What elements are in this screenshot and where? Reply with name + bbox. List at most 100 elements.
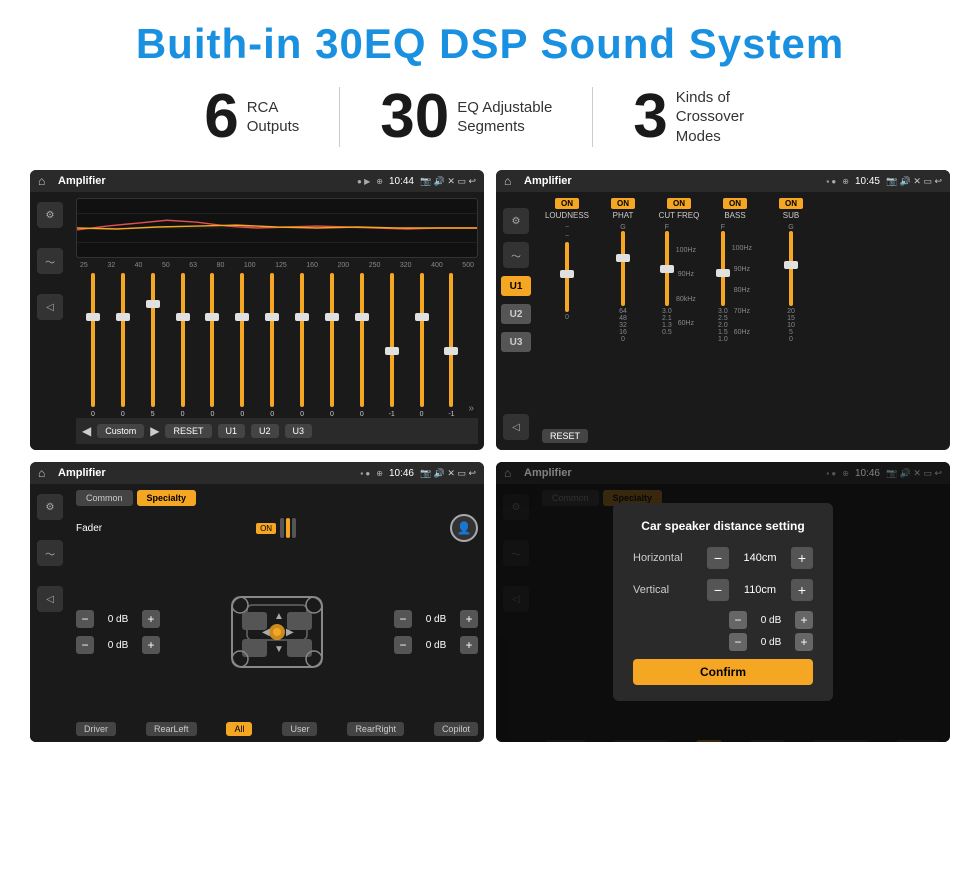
- fader-speaker-icon[interactable]: ◁: [37, 586, 63, 612]
- horizontal-row: Horizontal − 140cm +: [633, 547, 813, 569]
- cutfreq-on-badge[interactable]: ON: [667, 198, 691, 209]
- fader-filter-icon[interactable]: ⚙: [37, 494, 63, 520]
- tab-specialty[interactable]: Specialty: [137, 490, 197, 506]
- eq-slider-2[interactable]: 0: [110, 273, 136, 418]
- tab-common[interactable]: Common: [76, 490, 133, 506]
- driver-btn[interactable]: Driver: [76, 722, 116, 736]
- eq-slider-3[interactable]: 5: [140, 273, 166, 418]
- distance-dialog: Car speaker distance setting Horizontal …: [613, 503, 833, 701]
- eq-slider-4[interactable]: 0: [170, 273, 196, 418]
- crossover-reset-btn[interactable]: RESET: [542, 429, 588, 443]
- eq-slider-13[interactable]: -1: [439, 273, 465, 418]
- vertical-value: 110cm: [735, 584, 785, 596]
- eq-u3-btn[interactable]: U3: [285, 424, 313, 438]
- eq-curve-svg: [77, 199, 477, 257]
- db-plus-fl[interactable]: +: [142, 610, 160, 628]
- eq-bottom-bar: ◀ Custom ▶ RESET U1 U2 U3: [76, 418, 478, 444]
- loudness-label: LOUDNESS: [545, 211, 589, 220]
- crossover-u1-btn[interactable]: U1: [501, 276, 531, 296]
- status-dots-1: ● ▶: [357, 177, 370, 186]
- eq-slider-11[interactable]: -1: [379, 273, 405, 418]
- home-icon-1: ⌂: [38, 174, 52, 188]
- db-minus-rl[interactable]: −: [76, 636, 94, 654]
- home-icon-3: ⌂: [38, 466, 52, 480]
- home-icon-2: ⌂: [504, 174, 518, 188]
- fader-profile-icon[interactable]: 👤: [450, 514, 478, 542]
- main-title: Buith-in 30EQ DSP Sound System: [30, 20, 950, 68]
- user-btn[interactable]: User: [282, 722, 317, 736]
- vertical-plus-btn[interactable]: +: [791, 579, 813, 601]
- eq-slider-6[interactable]: 0: [229, 273, 255, 418]
- copilot-btn[interactable]: Copilot: [434, 722, 478, 736]
- db-value-fl: 0 dB: [98, 614, 138, 625]
- fader-on-badge[interactable]: ON: [256, 523, 276, 534]
- crossover-filter-icon[interactable]: ⚙: [503, 208, 529, 234]
- loudness-on-badge[interactable]: ON: [555, 198, 579, 209]
- eq-next-icon[interactable]: ▶: [150, 424, 159, 438]
- eq-speaker-icon[interactable]: ◁: [37, 294, 63, 320]
- phat-on-badge[interactable]: ON: [611, 198, 635, 209]
- eq-u2-btn[interactable]: U2: [251, 424, 279, 438]
- horizontal-plus-btn[interactable]: +: [791, 547, 813, 569]
- crossover-wave-icon[interactable]: 〜: [503, 242, 529, 268]
- db-minus-rr[interactable]: −: [394, 636, 412, 654]
- crossover-sidebar: ⚙ 〜 U1 U2 U3 ◁: [496, 192, 536, 450]
- eq-slider-10[interactable]: 0: [349, 273, 375, 418]
- status-icons-2: 📷 🔊 ✕ ▭ ↩: [886, 176, 942, 187]
- db-plus-rr[interactable]: +: [460, 636, 478, 654]
- cutfreq-label: CUT FREQ: [659, 211, 700, 220]
- crossover-u3-btn[interactable]: U3: [501, 332, 531, 352]
- fader-main: Common Specialty Fader ON: [70, 484, 484, 742]
- dialog-db-val-2: 0 dB: [751, 637, 791, 648]
- fader-wave-icon[interactable]: 〜: [37, 540, 63, 566]
- eq-custom-label: Custom: [97, 424, 144, 438]
- eq-filter-icon[interactable]: ⚙: [37, 202, 63, 228]
- crossover-reset-row: RESET: [542, 426, 944, 444]
- dialog-db-labels: − 0 dB + − 0 dB +: [633, 611, 813, 651]
- stat-crossover-label: Kinds ofCrossover Modes: [676, 88, 776, 147]
- dialog-db-plus-2[interactable]: +: [795, 633, 813, 651]
- all-btn[interactable]: All: [226, 722, 252, 736]
- eq-expand-btn[interactable]: »: [468, 403, 474, 418]
- crossover-speaker-icon[interactable]: ◁: [503, 414, 529, 440]
- dialog-db-minus-1[interactable]: −: [729, 611, 747, 629]
- crossover-u2-btn[interactable]: U2: [501, 304, 531, 324]
- dialog-db-row-2: − 0 dB +: [729, 633, 813, 651]
- db-minus-fr[interactable]: −: [394, 610, 412, 628]
- db-plus-rl[interactable]: +: [142, 636, 160, 654]
- sub-on-badge[interactable]: ON: [779, 198, 803, 209]
- db-minus-fl[interactable]: −: [76, 610, 94, 628]
- stat-eq-label: EQ AdjustableSegments: [457, 98, 552, 137]
- eq-slider-1[interactable]: 0: [80, 273, 106, 418]
- eq-slider-5[interactable]: 0: [200, 273, 226, 418]
- db-plus-fr[interactable]: +: [460, 610, 478, 628]
- horizontal-minus-btn[interactable]: −: [707, 547, 729, 569]
- eq-u1-btn[interactable]: U1: [218, 424, 246, 438]
- eq-slider-9[interactable]: 0: [319, 273, 345, 418]
- phat-label: PHAT: [613, 211, 634, 220]
- fader-bottom-bar: Driver RearLeft All User RearRight Copil…: [76, 722, 478, 736]
- rearleft-btn[interactable]: RearLeft: [146, 722, 197, 736]
- eq-slider-7[interactable]: 0: [259, 273, 285, 418]
- confirm-button[interactable]: Confirm: [633, 659, 813, 685]
- page-wrapper: Buith-in 30EQ DSP Sound System 6 RCAOutp…: [0, 0, 980, 881]
- stat-eq: 30 EQ AdjustableSegments: [340, 86, 592, 148]
- eq-slider-8[interactable]: 0: [289, 273, 315, 418]
- status-bar-1: ⌂ Amplifier ● ▶ ⊕ 10:44 📷 🔊 ✕ ▭ ↩: [30, 170, 484, 192]
- vertical-row: Vertical − 110cm +: [633, 579, 813, 601]
- horizontal-label: Horizontal: [633, 552, 693, 564]
- dialog-title: Car speaker distance setting: [633, 519, 813, 533]
- stat-rca-number: 6: [204, 86, 238, 148]
- rearright-btn[interactable]: RearRight: [347, 722, 404, 736]
- eq-prev-icon[interactable]: ◀: [82, 424, 91, 438]
- bass-on-badge[interactable]: ON: [723, 198, 747, 209]
- eq-wave-icon[interactable]: 〜: [37, 248, 63, 274]
- dialog-db-minus-2[interactable]: −: [729, 633, 747, 651]
- eq-reset-btn[interactable]: RESET: [165, 424, 211, 438]
- svg-text:◀: ◀: [262, 627, 270, 638]
- dialog-db-val-1: 0 dB: [751, 615, 791, 626]
- fader-screen-content: ⚙ 〜 ◁ Common Specialty Fader ON: [30, 484, 484, 742]
- dialog-db-plus-1[interactable]: +: [795, 611, 813, 629]
- vertical-minus-btn[interactable]: −: [707, 579, 729, 601]
- eq-slider-12[interactable]: 0: [409, 273, 435, 418]
